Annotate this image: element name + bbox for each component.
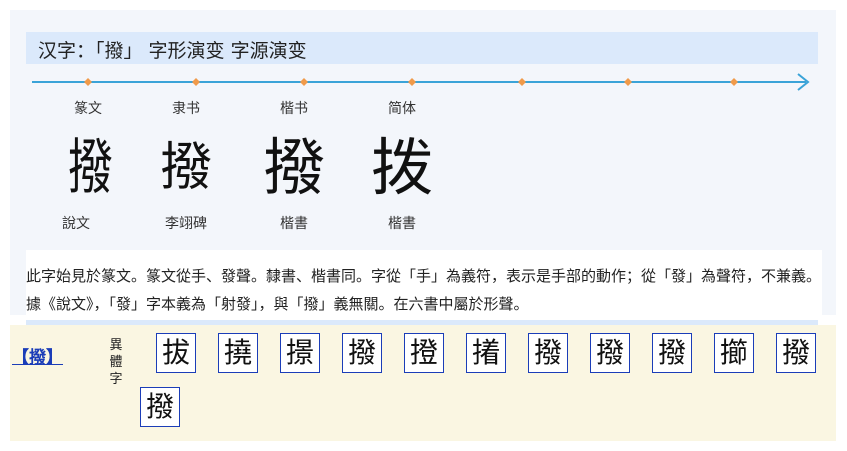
source-label-regular: 楷書 [280,216,308,232]
variant-char[interactable]: 撥 [590,333,630,373]
description-text: 此字始見於篆文。篆文從手、發聲。隸書、楷書同。字從「手」為義符，表示是手部的動作… [26,267,822,313]
description-box: 此字始見於篆文。篆文從手、發聲。隸書、楷書同。字從「手」為義符，表示是手部的動作… [26,250,822,322]
variant-char[interactable]: 撥 [652,333,692,373]
variant-char[interactable]: 撜 [404,333,444,373]
variant-char[interactable]: 撥 [342,333,382,373]
timeline-marker-0 [84,78,92,86]
stage-label-seal: 篆文 [74,101,102,117]
timeline-marker-6 [730,78,738,86]
timeline-marker-1 [192,78,200,86]
variants-panel: 【撥】 異體字 拔撓撔撥撜撯撥撥撥擳撥撥 [10,325,836,441]
source-label-clerical: 李翊碑 [165,216,207,232]
variant-label: 異體字 [109,338,123,387]
variant-char[interactable]: 擳 [714,333,754,373]
source-label-seal: 說文 [62,216,90,232]
glyph-evolution-panel: 汉字：「撥」 字形演变 字源演变 篆文 隶书 楷书 简体 撥 撥 撥 拨 說文 … [10,10,836,325]
headword-link[interactable]: 【撥】 [12,343,63,368]
timeline-marker-3 [408,78,416,86]
timeline-marker-5 [624,78,632,86]
glyph-regular: 撥 [262,131,325,204]
variant-char[interactable]: 拔 [156,333,196,373]
variant-char[interactable]: 撥 [528,333,568,373]
glyph-clerical: 撥 [159,138,212,198]
variant-char[interactable]: 撯 [466,333,506,373]
timeline-marker-4 [518,78,526,86]
stage-label-simplified: 简体 [388,101,416,117]
evolution-timeline [32,72,820,92]
source-label-simplified: 楷書 [388,216,416,232]
stage-label-regular: 楷书 [280,101,308,117]
stage-label-clerical: 隶书 [172,101,200,117]
variant-char[interactable]: 撔 [280,333,320,373]
variant-char[interactable]: 撥 [776,333,816,373]
glyph-simplified: 拨 [370,131,433,204]
evolution-title: 汉字：「撥」 字形演变 字源演变 [38,40,307,62]
variant-char[interactable]: 撥 [140,387,180,427]
timeline-marker-2 [300,78,308,86]
variant-char[interactable]: 撓 [218,333,258,373]
glyph-seal: 撥 [67,133,113,203]
timeline-arrow-icon [32,73,810,91]
evolution-header: 汉字：「撥」 字形演变 字源演变 [26,32,818,64]
